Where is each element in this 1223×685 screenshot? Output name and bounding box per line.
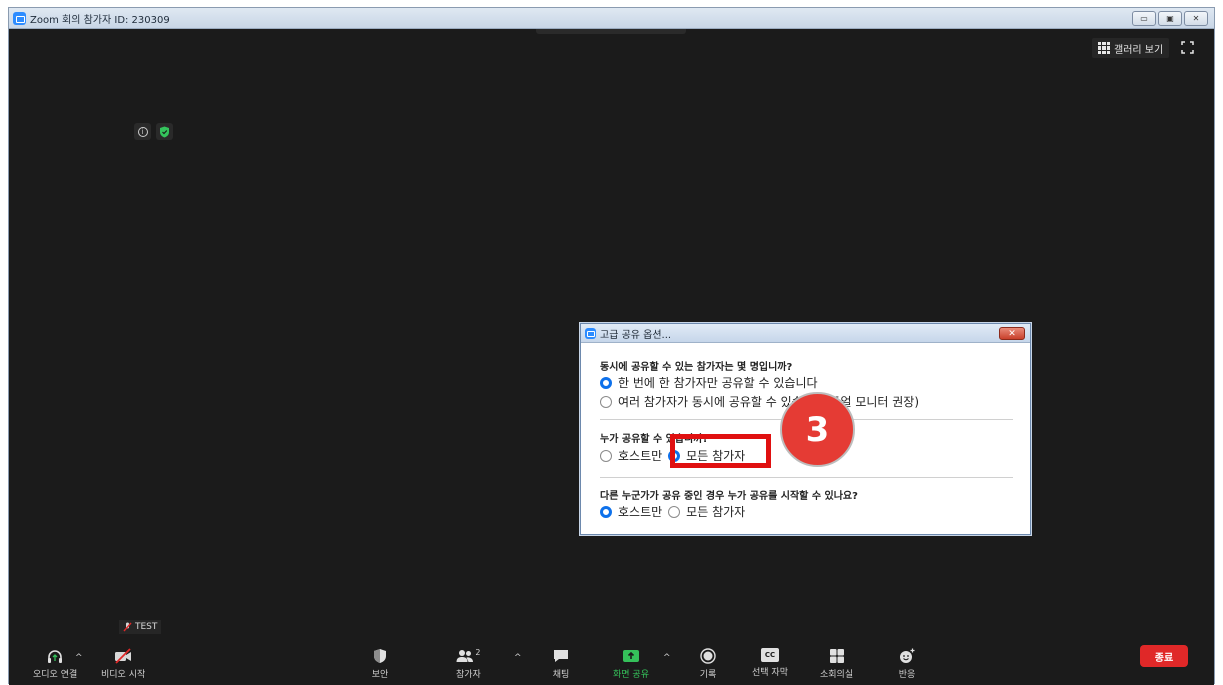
participants-options-chevron-up-icon[interactable]: ^ (514, 653, 522, 663)
fullscreen-icon[interactable] (1181, 41, 1194, 54)
headphones-icon (48, 650, 63, 663)
audio-options-chevron-up-icon[interactable]: ^ (75, 653, 83, 663)
encryption-shield-icon[interactable] (156, 123, 173, 140)
window-title: Zoom 회의 참가자 ID: 230309 (30, 14, 170, 26)
participant-count-badge: 2 (475, 648, 481, 657)
maximize-button[interactable]: ▣ (1158, 11, 1182, 26)
video-button[interactable]: 비디오 시작 (101, 648, 145, 680)
start-sharing-options: 호스트만 모든 참가자 (600, 503, 747, 520)
radio-label: 호스트만 (618, 505, 663, 519)
breakout-rooms-label: 소회의실 (820, 670, 854, 680)
reactions-label: 반응 (898, 670, 916, 680)
chat-button[interactable]: 채팅 (552, 648, 570, 680)
dialog-title: 고급 공유 옵션... (600, 329, 672, 341)
step-number-badge: 3 (780, 392, 855, 467)
share-screen-button[interactable]: 화면 공유 (613, 648, 649, 680)
participants-icon (456, 650, 474, 662)
security-label: 보안 (371, 670, 389, 680)
meeting-info-strip (536, 29, 686, 34)
question-who-can-start-sharing: 다른 누군가가 공유 중인 경우 누가 공유를 시작할 수 있나요? (600, 491, 858, 502)
meeting-toolbar: 오디오 연결 ^ 비디오 시작 보안 2 참가자 ^ 채팅 화면 공유 ^ 기록… (9, 648, 1214, 685)
radio-host-only[interactable] (600, 505, 612, 518)
gallery-view-label: 갤러리 보기 (1114, 44, 1164, 56)
reactions-button[interactable]: 반응 (898, 648, 916, 680)
chat-label: 채팅 (552, 670, 570, 680)
radio-selected[interactable] (600, 376, 612, 389)
meeting-info-icon[interactable]: i (134, 123, 151, 140)
radio-host-only[interactable] (600, 449, 612, 462)
chat-icon (554, 650, 568, 662)
test-badge: TEST (119, 620, 162, 634)
highlight-box (670, 434, 771, 468)
record-button[interactable]: 기록 (699, 648, 717, 680)
closed-captions-icon: CC (760, 648, 779, 662)
radio-label: 여러 참가자가 동시에 공유할 수 있습니다(듀얼 모니터 권장) (618, 395, 920, 409)
end-meeting-button[interactable]: 종료 (1140, 645, 1188, 667)
title-bar[interactable]: Zoom 회의 참가자 ID: 230309 ▭ ▣ ✕ (9, 8, 1214, 29)
captions-label: 선택 자막 (752, 668, 788, 678)
zoom-logo-icon (585, 327, 596, 339)
video-label: 비디오 시작 (101, 670, 146, 680)
zoom-logo-icon (13, 11, 26, 25)
participants-button[interactable]: 2 참가자 (456, 648, 481, 680)
radio-unselected[interactable] (600, 395, 612, 408)
share-screen-label: 화면 공유 (613, 670, 649, 680)
radio-one-at-a-time[interactable]: 한 번에 한 참가자만 공유할 수 있습니다 (600, 374, 820, 391)
radio-all-participants[interactable] (668, 505, 681, 518)
breakout-rooms-button[interactable]: 소회의실 (820, 648, 853, 680)
minimize-button[interactable]: ▭ (1132, 11, 1156, 26)
divider (600, 477, 1013, 478)
share-options-chevron-up-icon[interactable]: ^ (663, 653, 671, 663)
test-label: TEST (135, 622, 158, 632)
breakout-rooms-icon (829, 649, 844, 663)
grid-icon (1098, 42, 1110, 54)
question-concurrent-sharing: 동시에 공유할 수 있는 참가자는 몇 명입니까? (600, 362, 793, 373)
audio-button[interactable]: 오디오 연결 (33, 648, 77, 680)
close-window-button[interactable]: ✕ (1184, 11, 1208, 26)
participants-label: 참가자 (456, 670, 481, 680)
shield-icon (374, 649, 386, 663)
dialog-title-bar[interactable]: 고급 공유 옵션... ✕ (581, 324, 1030, 343)
reaction-smiley-icon (900, 648, 915, 663)
radio-label: 한 번에 한 참가자만 공유할 수 있습니다 (618, 376, 818, 390)
video-off-icon (115, 648, 132, 664)
record-label: 기록 (699, 670, 717, 680)
security-button[interactable]: 보안 (371, 648, 389, 680)
radio-multiple-participants[interactable]: 여러 참가자가 동시에 공유할 수 있습니다(듀얼 모니터 권장) (600, 393, 921, 410)
gallery-view-button[interactable]: 갤러리 보기 (1092, 38, 1170, 58)
window-controls: ▭ ▣ ✕ (1132, 11, 1208, 26)
record-icon (700, 648, 716, 664)
share-screen-icon (622, 650, 639, 662)
muted-mic-icon (123, 622, 132, 632)
dialog-close-button[interactable]: ✕ (999, 327, 1025, 340)
audio-label: 오디오 연결 (33, 670, 78, 680)
radio-label: 호스트만 (618, 449, 663, 463)
radio-label: 모든 참가자 (686, 505, 746, 519)
captions-button[interactable]: CC 선택 자막 (752, 648, 788, 678)
